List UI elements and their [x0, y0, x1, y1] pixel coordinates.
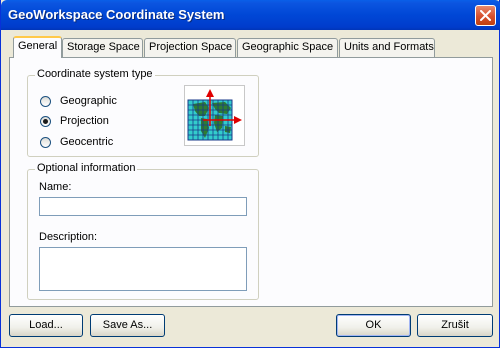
tab-label: General	[18, 40, 58, 52]
cancel-button[interactable]: Zrušit	[417, 314, 493, 337]
radio-label: Geocentric	[60, 136, 114, 148]
tab-general[interactable]: General	[13, 36, 62, 58]
tab-geographic-space[interactable]: Geographic Space	[237, 38, 338, 57]
general-tab-panel: Coordinate system type Geographic Projec…	[9, 57, 493, 307]
group-label: Coordinate system type	[35, 68, 155, 80]
title-bar[interactable]: GeoWorkspace Coordinate System	[1, 0, 500, 30]
button-label: Zrušit	[441, 319, 469, 331]
description-input[interactable]	[39, 247, 247, 291]
group-label: Optional information	[35, 162, 138, 174]
window-title: GeoWorkspace Coordinate System	[8, 7, 225, 22]
button-label: Save As...	[102, 319, 153, 331]
ok-button[interactable]: OK	[336, 314, 411, 337]
tab-label: Storage Space	[67, 41, 140, 53]
radio-label: Projection	[60, 115, 109, 127]
name-input[interactable]	[39, 197, 247, 216]
button-label: Load...	[29, 319, 63, 331]
description-label: Description:	[39, 231, 98, 243]
dialog-window: GeoWorkspace Coordinate System General S…	[0, 0, 500, 348]
tab-units-and-formats[interactable]: Units and Formats	[339, 38, 435, 57]
save-as-button[interactable]: Save As...	[90, 314, 165, 337]
tab-storage-space[interactable]: Storage Space	[62, 38, 143, 57]
load-button[interactable]: Load...	[9, 314, 83, 337]
tab-label: Projection Space	[149, 41, 233, 53]
tab-projection-space[interactable]: Projection Space	[144, 38, 236, 57]
close-icon	[480, 10, 491, 21]
projection-map-icon	[184, 85, 245, 146]
radio-button[interactable]	[40, 137, 51, 148]
radio-button[interactable]	[40, 96, 51, 107]
close-button[interactable]	[475, 5, 496, 26]
optional-information-group: Optional information Name: Description:	[27, 162, 259, 300]
radio-button[interactable]	[40, 116, 51, 127]
name-label: Name:	[39, 181, 72, 193]
tab-label: Geographic Space	[242, 41, 334, 53]
tab-label: Units and Formats	[344, 41, 434, 53]
button-label: OK	[365, 319, 382, 331]
radio-label: Geographic	[60, 95, 117, 107]
